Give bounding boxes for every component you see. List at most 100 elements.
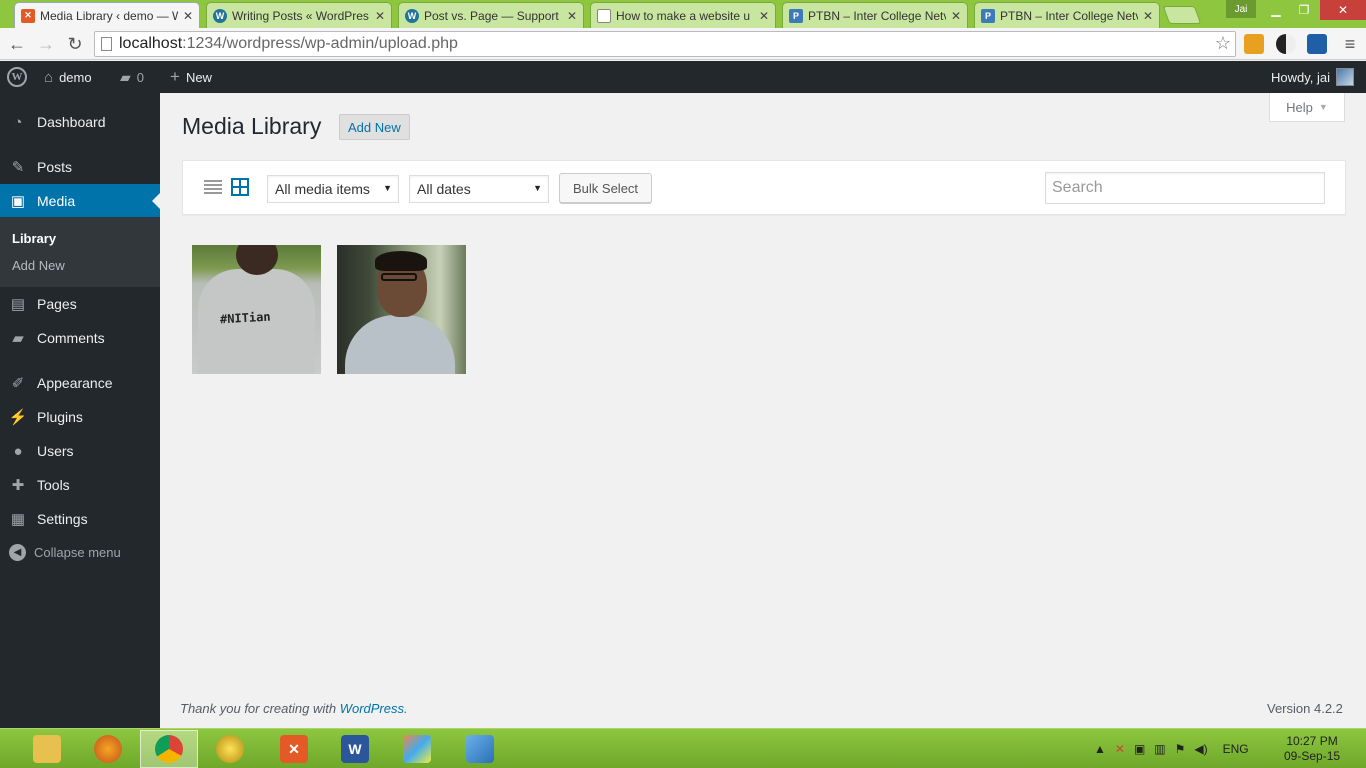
firefox-icon bbox=[94, 735, 122, 763]
wordpress-link[interactable]: WordPress bbox=[340, 701, 404, 716]
browser-tab-how-to-make[interactable]: How to make a website u ✕ bbox=[590, 2, 776, 28]
list-view-icon[interactable] bbox=[204, 178, 222, 196]
taskbar-firefox[interactable] bbox=[79, 730, 137, 768]
wrench-icon: ✚ bbox=[11, 477, 25, 494]
wordpress-logo-icon: W bbox=[7, 67, 27, 87]
new-content-menu[interactable]: + New bbox=[170, 61, 212, 93]
minimize-icon[interactable]: ▁ bbox=[1262, 0, 1290, 20]
bulk-select-button[interactable]: Bulk Select bbox=[559, 173, 653, 203]
sidebar-item-settings[interactable]: ▦ Settings bbox=[0, 502, 160, 536]
media-thumbnail-back-shirt[interactable]: #NITian bbox=[192, 245, 321, 374]
close-icon[interactable]: ✕ bbox=[951, 9, 961, 23]
browser-tab-writing-posts[interactable]: W Writing Posts « WordPres ✕ bbox=[206, 2, 392, 28]
submenu-item-library[interactable]: Library bbox=[12, 231, 56, 246]
ptbn-icon: P bbox=[981, 8, 995, 23]
app-icon bbox=[466, 735, 494, 763]
wp-logo-menu[interactable]: W bbox=[7, 61, 27, 93]
sidebar-item-label: Appearance bbox=[37, 375, 113, 391]
sidebar-item-media[interactable]: ▣ Media bbox=[0, 184, 160, 218]
window-close-icon[interactable]: ✕ bbox=[1320, 0, 1366, 20]
date-filter[interactable]: All dates ▼ bbox=[409, 175, 549, 203]
sidebar-item-appearance[interactable]: ✐ Appearance bbox=[0, 366, 160, 400]
extension-blue-icon[interactable] bbox=[1307, 34, 1327, 54]
sidebar-item-label: Dashboard bbox=[37, 114, 106, 130]
browser-tab-post-vs-page[interactable]: W Post vs. Page — Support - ✕ bbox=[398, 2, 584, 28]
sidebar-item-users[interactable]: ● Users bbox=[0, 434, 160, 468]
brush-icon: ✐ bbox=[11, 375, 25, 392]
volume-icon[interactable]: ◀) bbox=[1194, 742, 1207, 756]
plugin-icon: ⚡ bbox=[8, 409, 28, 426]
sidebar-item-comments[interactable]: ▰ Comments bbox=[0, 321, 160, 355]
language-indicator[interactable]: ENG bbox=[1223, 742, 1249, 756]
sidebar-item-dashboard[interactable]: ◔ Dashboard bbox=[0, 105, 160, 139]
network-icon[interactable]: ▣ bbox=[1134, 742, 1145, 756]
tray-expand-icon[interactable]: ▲ bbox=[1094, 742, 1106, 756]
media-search-input[interactable] bbox=[1045, 172, 1325, 204]
new-tab-button[interactable] bbox=[1162, 6, 1202, 24]
submenu-item-add-new[interactable]: Add New bbox=[12, 258, 65, 273]
browser-tab-ptbn-2[interactable]: P PTBN – Inter College Netv ✕ bbox=[974, 2, 1160, 28]
bookmark-star-icon[interactable]: ☆ bbox=[1215, 33, 1231, 54]
address-bar[interactable]: localhost:1234/wordpress/wp-admin/upload… bbox=[94, 31, 1236, 57]
close-icon[interactable]: ✕ bbox=[183, 9, 193, 23]
system-tray: ▲ ✕ ▣ ▥ ⚑ ◀) ENG bbox=[1094, 729, 1249, 768]
help-tab-button[interactable]: Help ▼ bbox=[1269, 93, 1345, 122]
word-icon: W bbox=[341, 735, 369, 763]
close-icon[interactable]: ✕ bbox=[1143, 9, 1153, 23]
sidebar-item-label: Users bbox=[37, 443, 74, 459]
taskbar-app-4[interactable] bbox=[201, 730, 259, 768]
grid-view-icon[interactable] bbox=[231, 178, 249, 196]
media-thumbnail-profile[interactable] bbox=[337, 245, 466, 374]
taskbar-word[interactable]: W bbox=[326, 730, 384, 768]
clock-time: 10:27 PM bbox=[1286, 734, 1338, 748]
body-shape bbox=[345, 315, 455, 374]
tray-app-icon[interactable]: ▥ bbox=[1154, 742, 1165, 756]
app-icon bbox=[216, 735, 244, 763]
account-menu[interactable]: Howdy, jai bbox=[1271, 61, 1355, 93]
taskbar-chrome[interactable] bbox=[140, 730, 198, 768]
extension-shield-icon[interactable] bbox=[1244, 34, 1264, 54]
dropdown-arrow-icon: ▼ bbox=[533, 183, 542, 193]
sidebar-item-tools[interactable]: ✚ Tools bbox=[0, 468, 160, 502]
back-arrow-icon[interactable]: ← bbox=[6, 33, 28, 55]
xampp-tray-icon[interactable]: ✕ bbox=[1115, 742, 1125, 756]
taskbar-app-8[interactable] bbox=[451, 730, 509, 768]
site-name: demo bbox=[59, 69, 92, 85]
sidebar-item-posts[interactable]: ✎ Posts bbox=[0, 150, 160, 184]
wp-admin-bar: W ⌂ demo ▰ 0 + New Howdy, jai bbox=[0, 61, 1366, 93]
sidebar-item-label: Comments bbox=[37, 330, 105, 346]
taskbar-explorer[interactable] bbox=[18, 730, 76, 768]
extension-contrast-icon[interactable] bbox=[1276, 34, 1296, 54]
browser-tab-media-library[interactable]: ✕ Media Library ‹ demo — W ✕ bbox=[14, 2, 200, 28]
add-new-button[interactable]: Add New bbox=[339, 114, 410, 140]
sidebar-item-plugins[interactable]: ⚡ Plugins bbox=[0, 400, 160, 434]
collapse-menu-button[interactable]: ◀ Collapse menu bbox=[9, 544, 121, 561]
close-icon[interactable]: ✕ bbox=[759, 9, 769, 23]
media-icon: ▣ bbox=[10, 193, 26, 210]
browser-tab-ptbn-1[interactable]: P PTBN – Inter College Netv ✕ bbox=[782, 2, 968, 28]
tab-title: Writing Posts « WordPres bbox=[232, 8, 369, 23]
taskbar-paint[interactable] bbox=[388, 730, 446, 768]
taskbar-xampp[interactable]: ✕ bbox=[265, 730, 323, 768]
sidebar-item-label: Settings bbox=[37, 511, 88, 527]
tab-title: Post vs. Page — Support - bbox=[424, 8, 562, 23]
sidebar-item-label: Pages bbox=[37, 296, 77, 312]
system-clock[interactable]: 10:27 PM 09-Sep-15 bbox=[1284, 734, 1340, 764]
sidebar-item-label: Tools bbox=[37, 477, 70, 493]
comment-icon: ▰ bbox=[12, 330, 24, 347]
home-icon: ⌂ bbox=[44, 68, 54, 86]
reload-icon[interactable]: ↻ bbox=[64, 33, 86, 55]
flag-icon[interactable]: ⚑ bbox=[1175, 742, 1186, 756]
footer-thanks: Thank you for creating with WordPress. bbox=[180, 701, 408, 716]
comments-menu[interactable]: ▰ 0 bbox=[120, 61, 144, 93]
site-name-menu[interactable]: ⌂ demo bbox=[44, 61, 92, 93]
close-icon[interactable]: ✕ bbox=[375, 9, 385, 23]
chrome-menu-icon[interactable]: ≡ bbox=[1339, 33, 1361, 55]
forward-arrow-icon[interactable]: → bbox=[35, 33, 57, 55]
chrome-user-badge[interactable]: Jai bbox=[1226, 0, 1256, 18]
sidebar-item-pages[interactable]: ▤ Pages bbox=[0, 287, 160, 321]
clock-date: 09-Sep-15 bbox=[1284, 749, 1341, 763]
close-icon[interactable]: ✕ bbox=[567, 9, 577, 23]
media-type-filter[interactable]: All media items ▼ bbox=[267, 175, 399, 203]
restore-icon[interactable]: ❐ bbox=[1290, 0, 1318, 20]
